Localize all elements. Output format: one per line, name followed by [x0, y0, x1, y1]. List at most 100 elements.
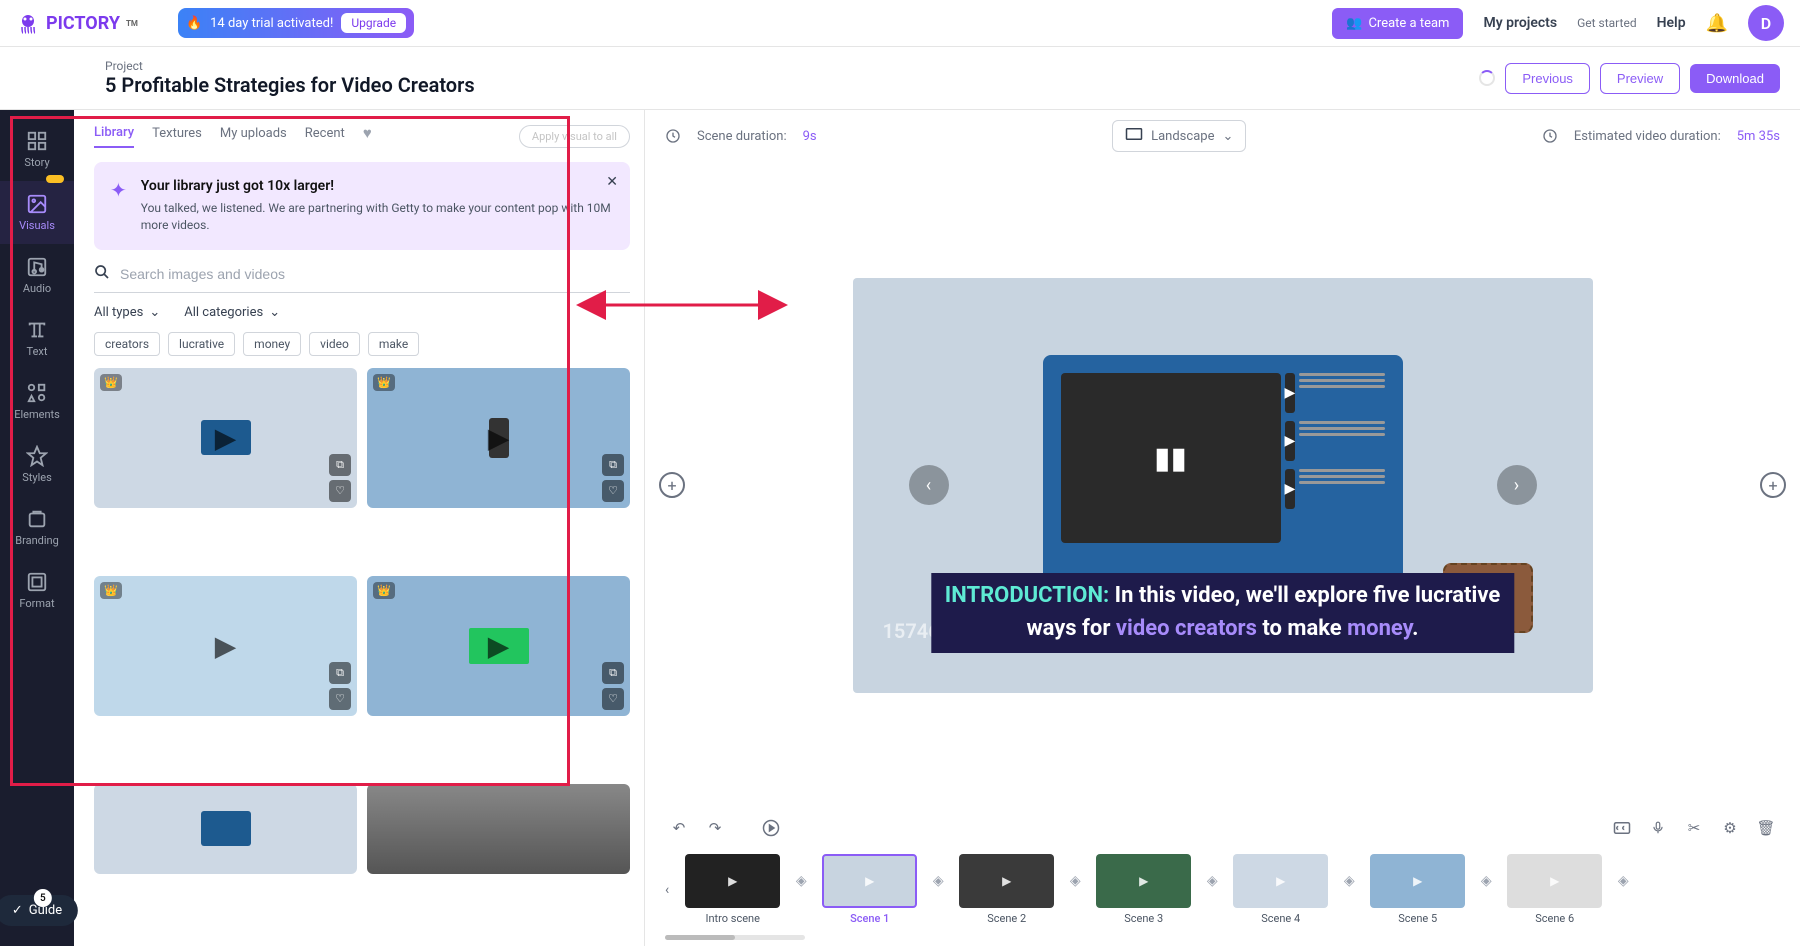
- preview-button[interactable]: Preview: [1600, 63, 1680, 94]
- get-started-link[interactable]: Get started: [1577, 16, 1637, 30]
- notification-icon[interactable]: 🔔: [1706, 13, 1728, 34]
- my-projects-link[interactable]: My projects: [1483, 15, 1557, 31]
- transition-icon[interactable]: ◈: [1340, 872, 1358, 890]
- nav-text[interactable]: Text: [0, 307, 74, 370]
- chevron-down-icon: ⌄: [1222, 129, 1233, 144]
- tab-recent[interactable]: Recent: [305, 126, 345, 147]
- heart-icon[interactable]: ♡: [329, 480, 351, 502]
- media-card[interactable]: [94, 784, 357, 874]
- prev-scene-arrow[interactable]: ‹: [909, 465, 949, 505]
- timeline: ‹ ▶ Intro scene 👁 ◈ ▶ Scene 1 ◈ ▶ Scene …: [645, 848, 1800, 935]
- nav-branding[interactable]: Branding: [0, 496, 74, 559]
- orientation-select[interactable]: Landscape ⌄: [1112, 120, 1246, 152]
- logo[interactable]: PICTORY TM: [16, 11, 138, 35]
- transition-icon[interactable]: ◈: [929, 872, 947, 890]
- tag-chip[interactable]: make: [368, 332, 419, 356]
- scene-4[interactable]: ▶ Scene 4: [1233, 854, 1328, 925]
- search-row: [94, 264, 630, 293]
- guide-button[interactable]: ✓ Guide 5: [0, 895, 78, 926]
- tab-my-uploads[interactable]: My uploads: [220, 126, 287, 147]
- scissors-icon[interactable]: ✂: [1684, 818, 1704, 838]
- scene-6[interactable]: ▶ Scene 6: [1507, 854, 1602, 925]
- tag-chip[interactable]: creators: [94, 332, 160, 356]
- heart-icon[interactable]: ♡: [602, 688, 624, 710]
- play-icon: ▶: [488, 629, 510, 662]
- tag-chip[interactable]: video: [309, 332, 360, 356]
- transition-icon[interactable]: ◈: [1066, 872, 1084, 890]
- heart-icon[interactable]: ♡: [602, 480, 624, 502]
- help-link[interactable]: Help: [1657, 15, 1686, 31]
- play-icon: ▶: [865, 874, 874, 888]
- add-scene-after-button[interactable]: +: [1760, 472, 1786, 498]
- apply-visual-button[interactable]: Apply visual to all: [519, 125, 630, 148]
- transition-icon[interactable]: ◈: [1477, 872, 1495, 890]
- media-card[interactable]: 👑 ▶ ⧉♡: [367, 368, 630, 508]
- sidebar-nav: Story Visuals Audio Text Elements Styles…: [0, 110, 74, 946]
- previous-button[interactable]: Previous: [1505, 63, 1590, 94]
- undo-icon[interactable]: ↶: [669, 818, 689, 838]
- gear-icon[interactable]: ⚙: [1720, 818, 1740, 838]
- tag-chip[interactable]: lucrative: [168, 332, 235, 356]
- search-input[interactable]: [120, 266, 630, 282]
- logo-icon: [16, 11, 40, 35]
- play-icon: ▶: [1139, 874, 1148, 888]
- trash-icon[interactable]: 🗑: [1756, 818, 1776, 838]
- transition-icon[interactable]: ◈: [792, 872, 810, 890]
- media-card[interactable]: 👑 ▶ ⧉♡: [367, 576, 630, 716]
- tab-textures[interactable]: Textures: [152, 126, 202, 147]
- filter-categories[interactable]: All categories⌄: [184, 305, 280, 320]
- redo-icon[interactable]: ↷: [705, 818, 725, 838]
- copy-icon[interactable]: ⧉: [602, 454, 624, 476]
- play-icon: ▶: [215, 421, 237, 454]
- copy-icon[interactable]: ⧉: [329, 662, 351, 684]
- nav-story[interactable]: Story: [0, 118, 74, 181]
- transition-icon[interactable]: ◈: [1203, 872, 1221, 890]
- avatar[interactable]: D: [1748, 5, 1784, 41]
- mic-icon[interactable]: [1648, 818, 1668, 838]
- main-area: Story Visuals Audio Text Elements Styles…: [0, 110, 1800, 946]
- media-card[interactable]: 👑 ▶ ⧉♡: [94, 368, 357, 508]
- heart-icon[interactable]: ♡: [329, 688, 351, 710]
- scene-duration-value: 9s: [803, 129, 817, 144]
- preview-canvas[interactable]: ‹ ▮▮ ▶ ▶ ▶ 1574699864 INTRODU: [853, 278, 1593, 693]
- media-card[interactable]: [367, 784, 630, 874]
- tag-chip[interactable]: money: [243, 332, 301, 356]
- library-banner: ✦ Your library just got 10x larger! You …: [94, 162, 630, 250]
- media-card[interactable]: 👑 ▶ ⧉♡: [94, 576, 357, 716]
- nav-visuals[interactable]: Visuals: [0, 181, 74, 244]
- banner-close-button[interactable]: ✕: [606, 174, 618, 190]
- scene-3[interactable]: ▶ Scene 3: [1096, 854, 1191, 925]
- scene-intro[interactable]: ▶ Intro scene 👁: [685, 854, 780, 925]
- nav-audio[interactable]: Audio: [0, 244, 74, 307]
- add-scene-before-button[interactable]: +: [659, 472, 685, 498]
- scene-5[interactable]: ▶ Scene 5: [1370, 854, 1465, 925]
- copy-icon[interactable]: ⧉: [602, 662, 624, 684]
- tab-favorites[interactable]: ♥: [363, 124, 372, 148]
- scene-1[interactable]: ▶ Scene 1: [822, 854, 917, 925]
- copy-icon[interactable]: ⧉: [329, 454, 351, 476]
- tab-library[interactable]: Library: [94, 125, 134, 148]
- nav-elements[interactable]: Elements: [0, 370, 74, 433]
- timeline-prev-arrow[interactable]: ‹: [661, 878, 673, 902]
- banner-text: You talked, we listened. We are partneri…: [141, 200, 614, 234]
- trial-text: 14 day trial activated!: [210, 16, 333, 31]
- create-team-button[interactable]: 👥 Create a team: [1332, 8, 1463, 39]
- filter-types[interactable]: All types⌄: [94, 305, 160, 320]
- cc-icon[interactable]: [1612, 818, 1632, 838]
- timeline-scrollbar[interactable]: [665, 935, 805, 940]
- scene-2[interactable]: ▶ Scene 2: [959, 854, 1054, 925]
- download-button[interactable]: Download: [1690, 64, 1780, 93]
- play-icon: ▶: [1276, 874, 1285, 888]
- caption-overlay[interactable]: INTRODUCTION: In this video, we'll explo…: [931, 573, 1514, 653]
- chevron-down-icon: ⌄: [149, 305, 160, 320]
- scene-duration-label: Scene duration:: [697, 129, 787, 144]
- transition-icon[interactable]: ◈: [1614, 872, 1632, 890]
- upgrade-button[interactable]: Upgrade: [341, 13, 406, 33]
- trial-badge: 🔥 14 day trial activated! Upgrade: [178, 8, 414, 38]
- team-icon: 👥: [1346, 16, 1362, 31]
- visuals-tabs: Library Textures My uploads Recent ♥ App…: [94, 124, 630, 148]
- next-scene-arrow[interactable]: ›: [1497, 465, 1537, 505]
- nav-styles[interactable]: Styles: [0, 433, 74, 496]
- play-icon[interactable]: [761, 818, 781, 838]
- nav-format[interactable]: Format: [0, 559, 74, 622]
